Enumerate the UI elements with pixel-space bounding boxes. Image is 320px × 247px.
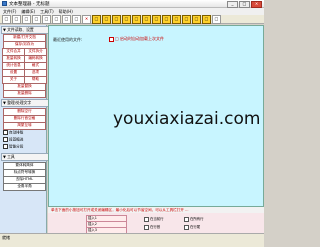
status-text: 就绪	[2, 235, 10, 240]
title-bar: 文本整理器 - 无标题 _ □ ×	[0, 0, 264, 8]
print-icon[interactable]: □	[32, 14, 41, 24]
tool-icon-10[interactable]: □	[182, 14, 191, 24]
option-label: 在所有行	[190, 217, 204, 221]
panel-process-header[interactable]: ▼ 整理/处理文字	[1, 99, 49, 107]
option-label: 在行首	[150, 225, 161, 229]
close-button[interactable]: ×	[251, 1, 262, 8]
checkbox-label: 段首缩进	[9, 137, 24, 142]
undo-icon[interactable]: □	[72, 14, 81, 24]
checkbox-box[interactable]	[184, 224, 189, 230]
option-label: 在当前行	[150, 217, 164, 221]
option-all-lines[interactable]: 在所有行	[184, 216, 204, 222]
paste-icon[interactable]: □	[62, 14, 71, 24]
tool-icon-12[interactable]: □	[202, 14, 211, 24]
checkbox-auto-format[interactable]: 自动排版	[3, 130, 23, 136]
sidebar-item[interactable]: 批量删除	[3, 90, 46, 98]
checkbox-indent[interactable]: 段首缩进	[3, 137, 23, 143]
sidebar-item[interactable]: 全角半角	[3, 183, 46, 191]
toolbar: □ □ □ □ □ □ □ □ ✕ □ □ □ □ □ □ □ □ □ □ □ …	[0, 14, 264, 24]
tool-icon-2[interactable]: □	[102, 14, 111, 24]
autoload-label: □ 启动时自动加载上次文件	[115, 36, 165, 41]
app-icon	[2, 1, 7, 6]
checkbox-box[interactable]	[144, 224, 149, 230]
checkbox-box[interactable]	[144, 216, 149, 222]
option-label: 在行尾	[190, 225, 201, 229]
autoload-checkbox[interactable]: □ 启动时自动加载上次文件	[109, 36, 164, 42]
maximize-button[interactable]: □	[239, 1, 250, 8]
option-current-line[interactable]: 在当前行	[144, 216, 164, 222]
status-bar: 就绪	[0, 233, 264, 247]
cut-icon[interactable]: □	[42, 14, 51, 24]
recent-files-label: 最近使用的文件:	[53, 37, 83, 42]
tool-icon-3[interactable]: □	[112, 14, 121, 24]
copy-icon[interactable]: □	[52, 14, 61, 24]
save-icon[interactable]: □	[22, 14, 31, 24]
checkbox-label: 自动排版	[9, 130, 24, 135]
tool-icon-8[interactable]: □	[162, 14, 171, 24]
tool-icon-7[interactable]: □	[152, 14, 161, 24]
checkbox-box[interactable]	[109, 36, 114, 42]
sidebar-item[interactable]: 简繁互转	[3, 122, 46, 130]
tool-icon-1[interactable]: □	[92, 14, 101, 24]
checkbox-label: 智能分段	[9, 144, 24, 149]
window-controls: _ □ ×	[227, 1, 262, 8]
new-icon[interactable]: □	[2, 14, 11, 24]
tool-icon-5[interactable]: □	[132, 14, 141, 24]
checkbox-box[interactable]	[3, 137, 8, 142]
bottom-panel: 插入1 插入2 插入3 在当前行 在所有行 在行首 在行尾	[48, 213, 264, 234]
tool-icon-6[interactable]: □	[142, 14, 151, 24]
help-icon[interactable]: □	[212, 14, 221, 24]
checkbox-box[interactable]	[3, 144, 8, 149]
tool-icon-11[interactable]: □	[192, 14, 201, 24]
option-line-end[interactable]: 在行尾	[184, 224, 200, 230]
watermark-text: youxiaxiazai.com	[113, 109, 261, 129]
tool-icon-4[interactable]: □	[122, 14, 131, 24]
open-icon[interactable]: □	[12, 14, 21, 24]
checkbox-box[interactable]	[3, 130, 8, 135]
panel-tools-header[interactable]: ▼ 工具	[1, 153, 49, 161]
delete-icon[interactable]: ✕	[82, 14, 91, 24]
checkbox-split[interactable]: 智能分段	[3, 144, 23, 150]
sidebar: ▼ 文件读取、设置 新建/打开文档 保存/另存为 文件合并 文件拆分 批量转换 …	[0, 25, 49, 233]
panel-file-header[interactable]: ▼ 文件读取、设置	[1, 26, 49, 34]
option-line-start[interactable]: 在行首	[144, 224, 160, 230]
tool-icon-9[interactable]: □	[172, 14, 181, 24]
minimize-button[interactable]: _	[227, 1, 238, 8]
window-title: 文本整理器 - 无标题	[9, 2, 50, 7]
checkbox-box[interactable]	[184, 216, 189, 222]
